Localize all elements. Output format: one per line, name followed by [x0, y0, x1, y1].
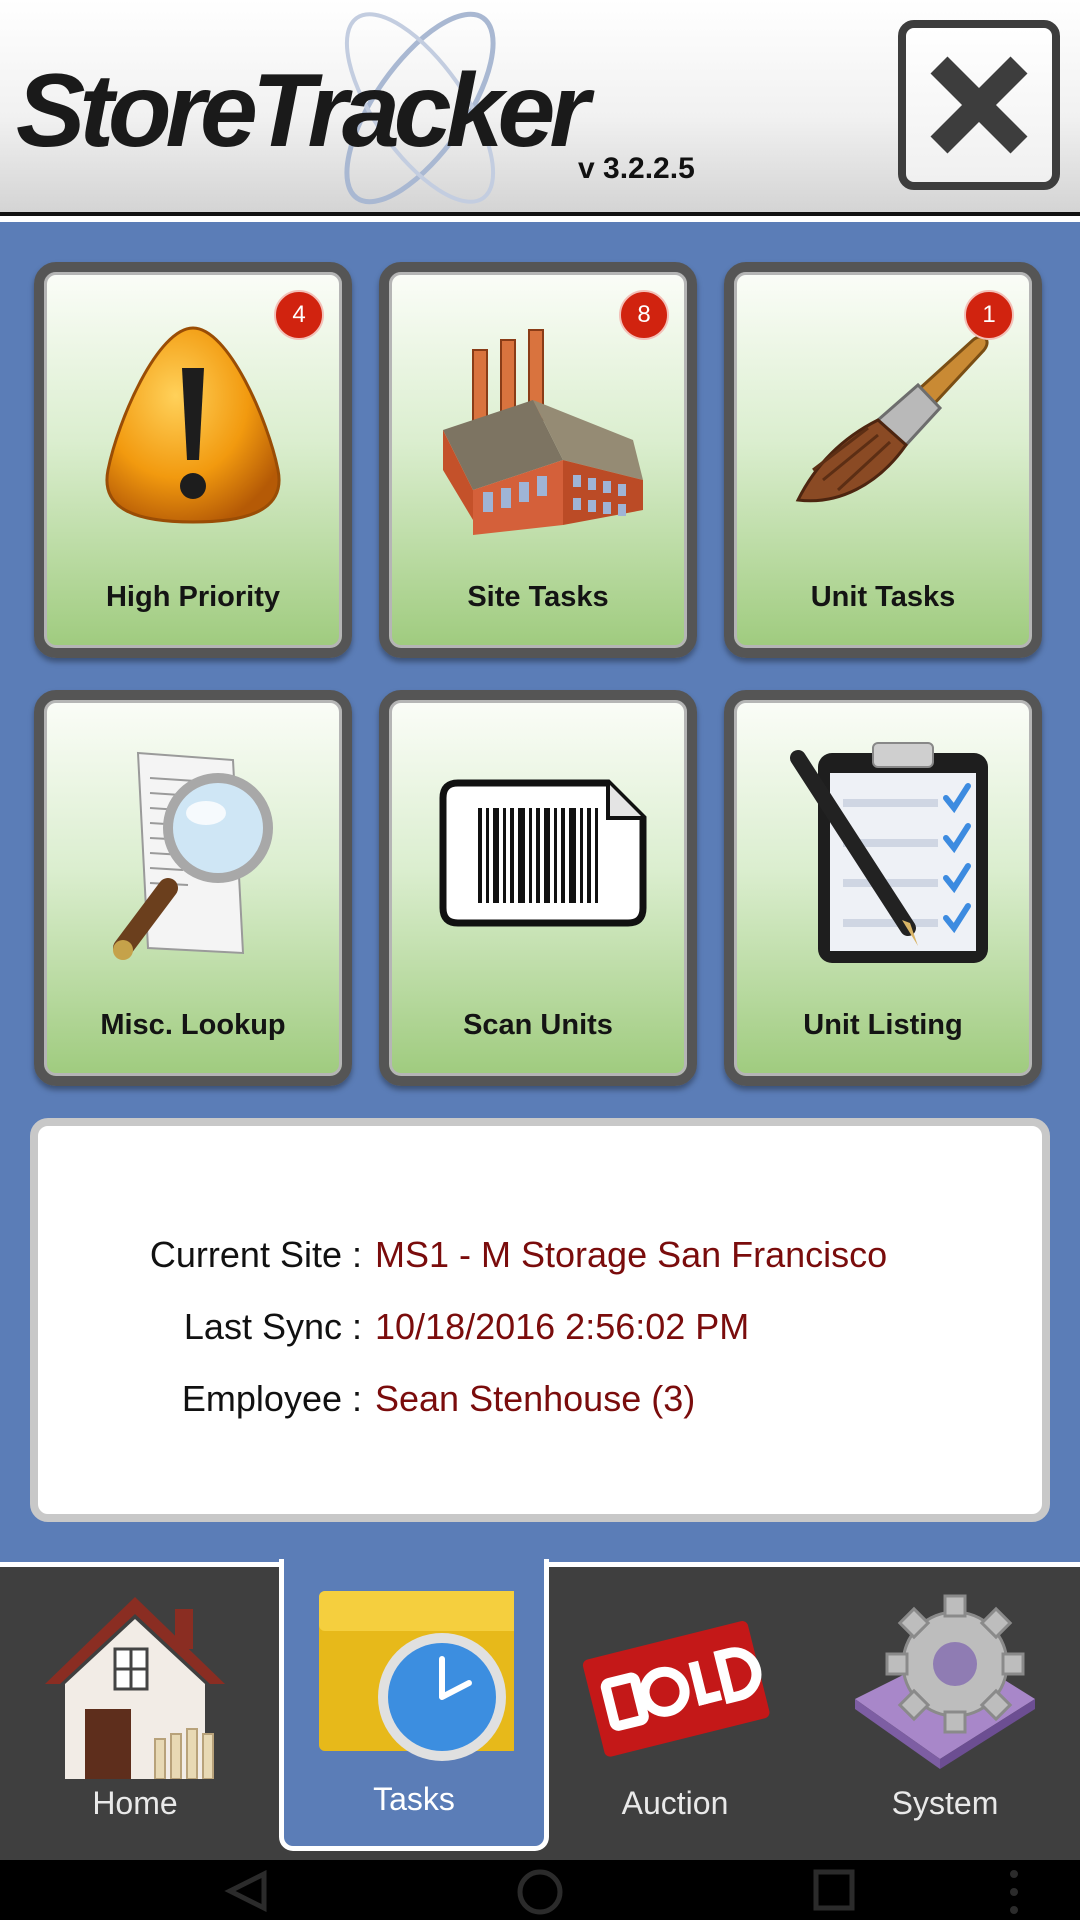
barcode-icon	[439, 779, 647, 927]
employee-row: Employee : Sean Stenhouse (3)	[38, 1378, 1042, 1428]
close-button[interactable]	[898, 20, 1060, 190]
factory-icon	[443, 329, 643, 535]
high-priority-tile[interactable]: 4 High Priority	[34, 262, 352, 658]
back-icon[interactable]	[224, 1870, 270, 1912]
employee-label: Employee :	[181, 1378, 362, 1419]
nav-system-label: System	[891, 1785, 999, 1821]
current-site-value: MS1 - M Storage San Francisco	[375, 1234, 888, 1275]
app-header: StoreTracker v 3.2.2.5	[0, 0, 1080, 216]
last-sync-value: 10/18/2016 2:56:02 PM	[375, 1306, 750, 1347]
magnifier-document-icon	[113, 751, 273, 960]
high-priority-badge: 4	[274, 290, 324, 340]
unit-tasks-tile[interactable]: 1 Unit Tasks	[724, 262, 1042, 658]
nav-home-label: Home	[92, 1785, 178, 1821]
gear-icon	[855, 1594, 1035, 1769]
paintbrush-icon	[795, 335, 989, 503]
scan-units-tile[interactable]: Scan Units	[379, 690, 697, 1086]
employee-value: Sean Stenhouse (3)	[375, 1378, 696, 1419]
last-sync-label: Last Sync :	[183, 1306, 362, 1347]
current-site-row: Current Site : MS1 - M Storage San Franc…	[38, 1234, 1042, 1284]
nav-tasks[interactable]: Tasks	[279, 1559, 549, 1851]
misc-lookup-label: Misc. Lookup	[100, 1009, 286, 1041]
clipboard-checklist-icon	[790, 742, 988, 963]
more-options-icon[interactable]	[1004, 1868, 1024, 1916]
unit-listing-label: Unit Listing	[803, 1009, 963, 1041]
nav-auction-label: Auction	[621, 1785, 729, 1821]
warning-icon	[105, 326, 281, 524]
unit-listing-tile[interactable]: Unit Listing	[724, 690, 1042, 1086]
bottom-nav: Home Tasks Auction System	[0, 1559, 1080, 1860]
scan-units-label: Scan Units	[463, 1009, 613, 1041]
high-priority-label: High Priority	[105, 581, 280, 613]
android-nav-bar	[0, 1860, 1080, 1920]
header-divider	[0, 216, 1080, 222]
nav-system[interactable]: System	[810, 1567, 1080, 1860]
misc-lookup-tile[interactable]: Misc. Lookup	[34, 690, 352, 1086]
site-tasks-label: Site Tasks	[467, 581, 609, 613]
site-tasks-badge: 8	[619, 290, 669, 340]
house-icon	[45, 1597, 225, 1779]
app-logo: StoreTracker	[16, 53, 590, 169]
close-icon	[930, 56, 1028, 154]
unit-tasks-badge: 1	[964, 290, 1014, 340]
session-info-panel: Current Site : MS1 - M Storage San Franc…	[30, 1118, 1050, 1522]
clock-folder-icon	[319, 1591, 514, 1761]
nav-home[interactable]: Home	[0, 1567, 270, 1860]
site-tasks-tile[interactable]: 8 Site Tasks	[379, 262, 697, 658]
version-label: v 3.2.2.5	[578, 152, 695, 185]
recents-icon[interactable]	[812, 1868, 856, 1912]
nav-tasks-label: Tasks	[373, 1781, 455, 1817]
current-site-label: Current Site :	[149, 1234, 362, 1275]
home-circle-icon[interactable]	[516, 1868, 564, 1916]
unit-tasks-label: Unit Tasks	[810, 581, 956, 613]
nav-auction[interactable]: Auction	[540, 1567, 810, 1860]
sold-sign-icon	[582, 1621, 770, 1757]
last-sync-row: Last Sync : 10/18/2016 2:56:02 PM	[38, 1306, 1042, 1356]
